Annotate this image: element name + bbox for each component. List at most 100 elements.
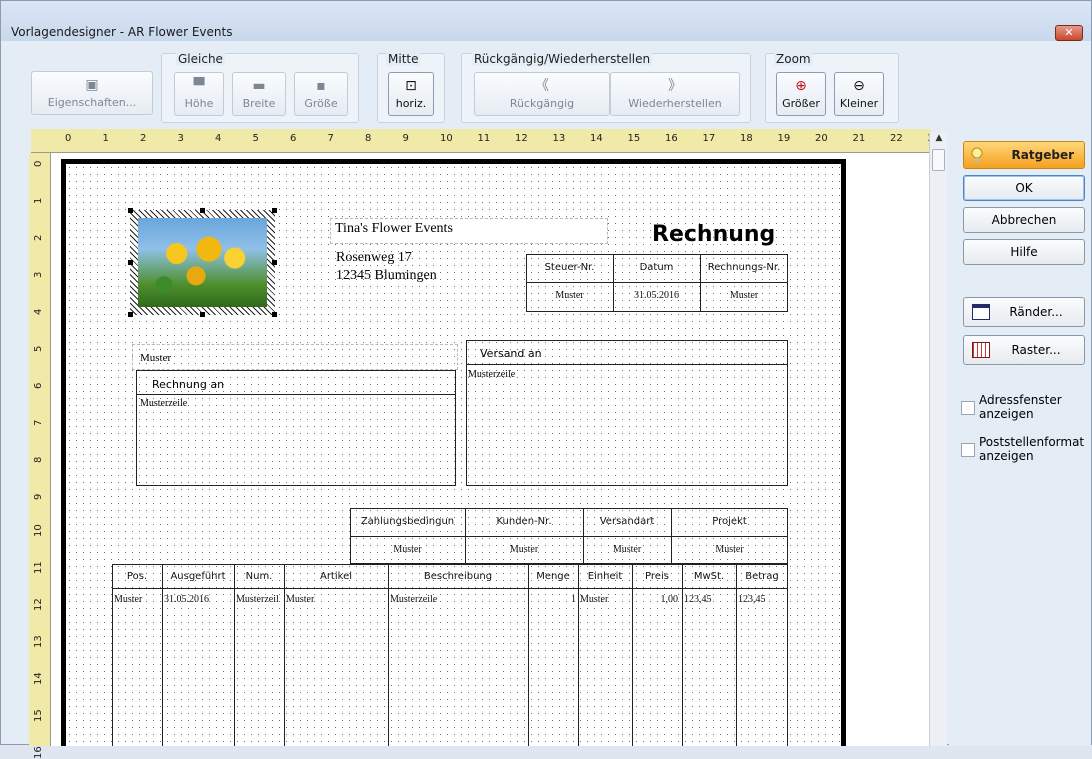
item-unit: Muster <box>580 594 609 605</box>
ruler-v-mark: 10 <box>33 524 44 537</box>
width-icon: ▬ <box>252 78 266 94</box>
cancel-button[interactable]: Abbrechen <box>963 207 1085 233</box>
selection-handle[interactable] <box>272 260 277 265</box>
same-width-button[interactable]: ▬ Breite <box>232 72 286 116</box>
address-window-label: Adressfenster anzeigen <box>979 393 1062 421</box>
company-name-field[interactable]: Tina's Flower Events <box>330 218 608 244</box>
divider <box>526 282 788 283</box>
group-zoom: Zoom ⊕ Größer ⊖ Kleiner <box>765 52 899 123</box>
undo-icon: 《 <box>535 78 549 94</box>
invoice-title[interactable]: Rechnung <box>652 222 775 247</box>
ruler-v-mark: 8 <box>33 456 44 463</box>
ruler-h-mark: 2 <box>140 133 147 144</box>
ruler-h-mark: 5 <box>252 133 259 144</box>
grid-button[interactable]: Raster... <box>963 335 1085 365</box>
margins-icon <box>972 304 990 320</box>
divider <box>528 564 529 746</box>
address-window-checkbox[interactable] <box>961 401 975 415</box>
divider <box>350 536 788 537</box>
items-col-article: Artikel <box>319 571 353 582</box>
items-col-amount: Betrag <box>745 571 779 582</box>
city-field[interactable]: 12345 Blumingen <box>336 268 437 284</box>
redo-button[interactable]: 》 Wiederherstellen <box>610 72 740 116</box>
divider <box>112 588 788 589</box>
ruler-v-mark: 7 <box>33 419 44 426</box>
header-val-date: 31.05.2016 <box>634 290 679 301</box>
same-height-button[interactable]: ▀ Höhe <box>174 72 224 116</box>
ruler-v-mark: 0 <box>33 160 44 167</box>
center-horizontal-button[interactable]: ⊡ horiz. <box>388 72 434 116</box>
close-button[interactable]: ✕ <box>1055 25 1083 41</box>
invoice-page[interactable]: Tina's Flower Events Rechnung Rosenweg 1… <box>61 159 846 746</box>
ruler-h-mark: 1 <box>102 133 109 144</box>
undo-button[interactable]: 《 Rückgängig <box>474 72 610 116</box>
ruler-v-mark: 11 <box>33 561 44 574</box>
selection-handle[interactable] <box>128 312 133 317</box>
properties-button[interactable]: ▣ Eigenschaften... <box>31 71 153 115</box>
height-icon: ▀ <box>193 78 205 94</box>
selection-handle[interactable] <box>272 312 277 317</box>
scroll-up-icon[interactable]: ▲ <box>930 133 948 149</box>
bill-to-value: Musterzeile <box>140 398 188 409</box>
ruler-h-mark: 17 <box>702 133 716 144</box>
ship-to-box[interactable] <box>466 340 788 486</box>
header-col-tax-number: Steuer-Nr. <box>544 262 595 273</box>
terms-val-customer: Muster <box>509 544 539 555</box>
margins-button[interactable]: Ränder... <box>963 297 1085 327</box>
sender-line[interactable]: Muster <box>140 352 171 364</box>
ruler-h-mark: 21 <box>852 133 866 144</box>
ruler-v-mark: 4 <box>33 308 44 315</box>
scroll-thumb[interactable] <box>932 149 945 171</box>
sender-line-frame <box>132 344 458 370</box>
item-price: 1,00 <box>660 594 679 605</box>
group-label-same: Gleiche <box>176 52 225 66</box>
selection-handle[interactable] <box>128 260 133 265</box>
vertical-ruler: 0 1 2 3 4 5 6 7 8 9 10 11 12 13 14 15 16 <box>29 153 51 759</box>
ruler-v-mark: 16 <box>33 746 44 759</box>
item-quantity: 1 <box>571 594 576 605</box>
items-col-vat: MwSt. <box>693 571 725 582</box>
ruler-h-mark: 14 <box>590 133 603 144</box>
help-button[interactable]: Hilfe <box>963 239 1085 265</box>
advisor-button[interactable]: Ratgeber <box>963 141 1085 169</box>
items-table[interactable] <box>112 564 788 746</box>
ruler-h-mark: 0 <box>65 133 72 144</box>
post-format-checkbox[interactable] <box>961 443 975 457</box>
ok-button[interactable]: OK <box>963 175 1085 201</box>
zoom-in-button[interactable]: ⊕ Größer <box>776 72 826 116</box>
ruler-v-mark: 3 <box>33 271 44 278</box>
zoom-out-icon: ⊖ <box>853 78 865 94</box>
divider <box>682 564 683 746</box>
divider <box>736 564 737 746</box>
size-icon: ▪ <box>316 78 326 94</box>
ruler-h-mark: 3 <box>177 133 184 144</box>
ruler-h-mark: 22 <box>890 133 903 144</box>
toolbar: ▣ Eigenschaften... Gleiche ▀ Höhe ▬ Brei… <box>1 41 1091 129</box>
ruler-v-mark: 15 <box>33 709 44 722</box>
terms-col-payment: Zahlungsbedingun <box>360 516 455 527</box>
vertical-scrollbar[interactable]: ▲ <box>929 133 947 746</box>
logo-image-frame[interactable] <box>130 210 275 315</box>
item-pos: Muster <box>114 594 143 605</box>
design-canvas[interactable]: Tina's Flower Events Rechnung Rosenweg 1… <box>51 153 929 746</box>
item-article: Muster <box>286 594 315 605</box>
terms-val-payment: Muster <box>393 544 422 555</box>
item-vat: 123,45 <box>684 594 712 605</box>
divider <box>578 564 579 746</box>
street-field[interactable]: Rosenweg 17 <box>336 250 412 266</box>
terms-col-shipping: Versandart <box>599 516 655 527</box>
selection-handle[interactable] <box>200 208 205 213</box>
selection-handle[interactable] <box>272 208 277 213</box>
ship-to-value: Musterzeile <box>468 369 516 380</box>
zoom-out-button[interactable]: ⊖ Kleiner <box>834 72 884 116</box>
post-format-label: Poststellenformat anzeigen <box>979 435 1085 463</box>
ship-to-label: Versand an <box>480 347 542 360</box>
items-col-price: Preis <box>645 571 669 582</box>
tulip-image <box>138 218 267 307</box>
title-bar: Vorlagendesigner - AR Flower Events ✕ <box>1 1 1091 41</box>
ruler-h-mark: 20 <box>815 133 828 144</box>
divider <box>388 564 389 746</box>
selection-handle[interactable] <box>128 208 133 213</box>
same-size-button[interactable]: ▪ Größe <box>294 72 348 116</box>
selection-handle[interactable] <box>200 312 205 317</box>
